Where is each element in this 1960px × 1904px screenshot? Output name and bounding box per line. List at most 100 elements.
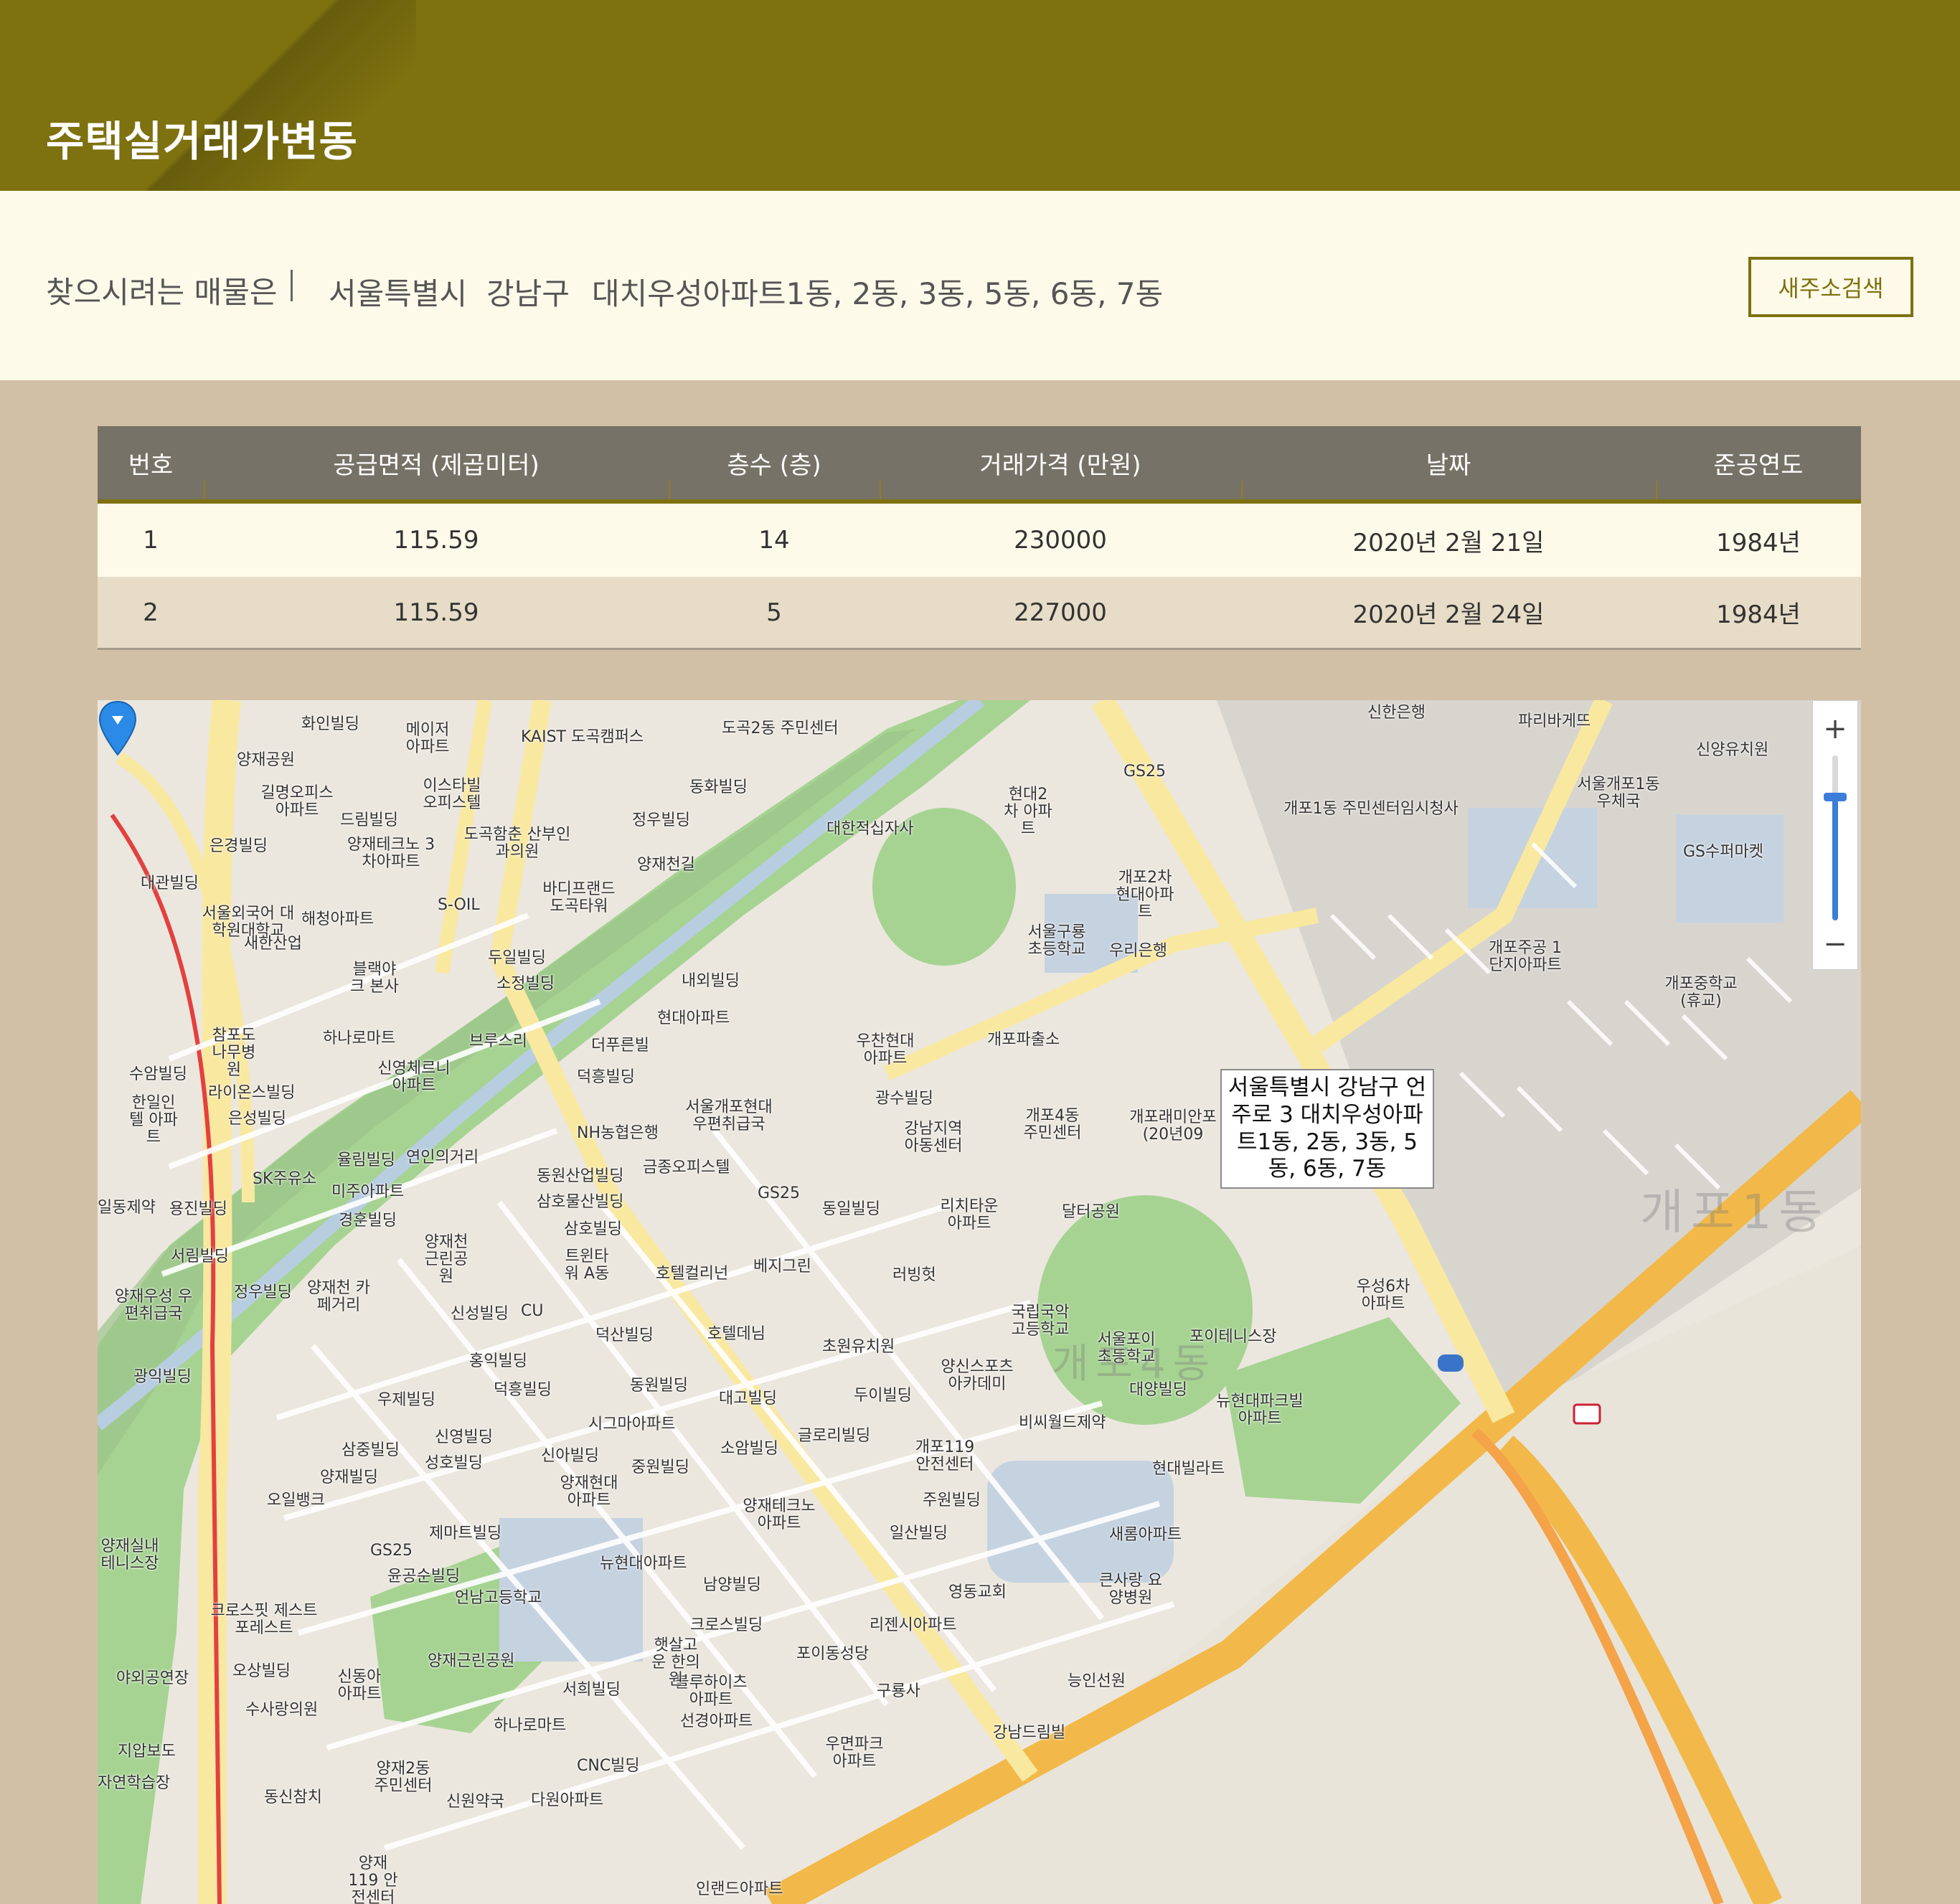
map-label: 두이빌딩 xyxy=(854,1387,912,1405)
map-label: 신원약국 xyxy=(446,1793,504,1811)
map-label: 개포2차 현대아파트 xyxy=(1116,869,1174,922)
header-separator xyxy=(669,481,670,499)
new-address-search-button[interactable]: 새주소검색 xyxy=(1748,257,1913,317)
map-label: 경훈빌딩 xyxy=(339,1212,397,1230)
map-label: 내외빌딩 xyxy=(682,972,740,990)
header-separator xyxy=(1241,481,1243,499)
column-header-area: 공급면적 (제곱미터) xyxy=(333,451,540,480)
map-label: 양재천 카페거리 xyxy=(307,1279,370,1315)
map-label: 개포중학교 (휴교) xyxy=(1664,975,1738,1011)
zoom-in-button[interactable]: + xyxy=(1813,708,1857,750)
cell-price: 227000 xyxy=(1014,598,1107,627)
map-label: 금종오피스텔 xyxy=(643,1159,730,1177)
map-label: 삼호빌딩 xyxy=(564,1220,622,1238)
map-label: 강남지역 아동센터 xyxy=(904,1120,963,1156)
map-label: 윤공순빌딩 xyxy=(387,1568,461,1585)
cell-number: 2 xyxy=(143,598,159,627)
map-label: 양재119 안전센터 xyxy=(348,1854,398,1904)
map-label: 개포119 안전센터 xyxy=(915,1438,975,1474)
map-label: CU xyxy=(521,1302,544,1320)
map-label: 용진빌딩 xyxy=(169,1200,227,1218)
map-label: 서림빌딩 xyxy=(171,1248,229,1266)
map-label: 현대2차 아파트 xyxy=(1004,786,1052,839)
map-label: 메이저 아파트 xyxy=(405,721,450,757)
cell-area: 115.59 xyxy=(393,598,479,627)
map-label: 우리은행 xyxy=(1109,942,1167,960)
zoom-slider-fill xyxy=(1832,797,1838,920)
map-zoom-control: + − xyxy=(1812,700,1858,970)
map-label: 도곡2동 주민센터 xyxy=(722,720,839,737)
map-label: 초원유치원 xyxy=(822,1338,895,1356)
map-label: CNC빌딩 xyxy=(577,1757,640,1775)
map-label: 신아빌딩 xyxy=(541,1447,599,1465)
map-label: 양재우성 우편취급국 xyxy=(114,1288,193,1324)
transaction-table: 번호 공급면적 (제곱미터) 층수 (층) 거래가격 (만원) 날짜 준공연도 … xyxy=(98,426,1861,650)
area-label-gaepo4: 개포4동 xyxy=(1052,1341,1217,1387)
zoom-out-button[interactable]: − xyxy=(1813,923,1857,965)
map-label: GS25 xyxy=(370,1542,413,1560)
map-label: 인랜드아파트 xyxy=(696,1880,783,1898)
map-label: 두일빌딩 xyxy=(488,949,546,967)
map-label: 포이동성당 xyxy=(796,1645,870,1663)
page-header: 주택실거래가변동 xyxy=(0,0,1960,191)
header-separator xyxy=(880,481,881,499)
table-row: 2 115.59 5 227000 2020년 2월 24일 1984년 xyxy=(98,577,1861,650)
map-label: 햇살고운 한의원 xyxy=(651,1636,700,1689)
map-label: SK주유소 xyxy=(253,1170,317,1188)
map-label: 하나로마트 xyxy=(494,1717,567,1735)
map-label: 대관빌딩 xyxy=(141,875,199,892)
map-label: 연인의거리 xyxy=(406,1149,479,1167)
map-label: 삼중빌딩 xyxy=(341,1441,400,1459)
cell-date: 2020년 2월 24일 xyxy=(1352,600,1545,629)
map-label: 새한산업 xyxy=(244,935,302,953)
table-row: 1 115.59 14 230000 2020년 2월 21일 1984년 xyxy=(98,504,1861,577)
map-label: 현대빌라트 xyxy=(1152,1460,1225,1478)
map-label: 바디프랜드 도곡타워 xyxy=(542,880,616,916)
map-label: 대고빌딩 xyxy=(719,1390,777,1408)
map-label: 정우빌딩 xyxy=(632,811,690,829)
map-label: 개포4동 주민센터 xyxy=(1023,1107,1082,1143)
map-label: GS25 xyxy=(1123,763,1167,781)
page-title: 주택실거래가변동 xyxy=(46,117,358,166)
map-label: 오상빌딩 xyxy=(232,1662,291,1680)
table-header-row: 번호 공급면적 (제곱미터) 층수 (층) 거래가격 (만원) 날짜 준공연도 xyxy=(98,426,1861,504)
column-header-floor: 층수 (층) xyxy=(727,451,821,480)
map-label: 능인선원 xyxy=(1068,1672,1126,1690)
map-label: 라이온스빌딩 xyxy=(208,1084,296,1102)
cell-built-year: 1984년 xyxy=(1716,600,1801,629)
map-label: 미주아파트 xyxy=(331,1183,405,1201)
map-label: 성호빌딩 xyxy=(425,1454,483,1472)
map-label: 수사랑의원 xyxy=(245,1701,319,1719)
map-label: 이스타빌 오피스텔 xyxy=(423,777,481,813)
map-label: 소정빌딩 xyxy=(496,975,555,993)
column-header-number: 번호 xyxy=(128,451,174,480)
map-label: 덕흥빌딩 xyxy=(494,1381,552,1399)
map-label: 일산빌딩 xyxy=(890,1524,948,1542)
location-pin-icon[interactable] xyxy=(98,700,138,758)
map-label: 소암빌딩 xyxy=(720,1440,778,1458)
map-label: 구룡사 xyxy=(877,1682,920,1700)
map-label: 은경빌딩 xyxy=(209,837,268,855)
map-label: 양재2동 주민센터 xyxy=(374,1760,433,1796)
search-label: 찾으시려는 매물은 xyxy=(46,275,278,310)
map-label: 선경아파트 xyxy=(680,1712,753,1730)
map-label: 남양빌딩 xyxy=(703,1576,761,1594)
map-label: 양재천길 xyxy=(637,856,695,874)
map-label: 크로스핏 제스트포레스트 xyxy=(210,1602,318,1638)
map-label: 서울개포현대 우편취급국 xyxy=(685,1098,773,1134)
map-label: 광익빌딩 xyxy=(133,1368,192,1386)
map-label: 정우빌딩 xyxy=(234,1283,292,1301)
map-label: 리치타운 아파트 xyxy=(940,1197,999,1233)
map-label: 달터공원 xyxy=(1062,1203,1120,1221)
map-label: 중원빌딩 xyxy=(631,1458,689,1476)
map-label: 러빙헛 xyxy=(892,1266,936,1284)
map-view[interactable]: 도곡2동 주민센터 KAIST 도곡캠퍼스 동화빌딩 정우빌딩 양재천길 대한적… xyxy=(98,700,1861,1904)
map-label: 동일빌딩 xyxy=(822,1200,880,1218)
map-label: 양재근린공원 xyxy=(428,1652,515,1670)
map-label: 호텔컬리넌 xyxy=(656,1265,729,1283)
zoom-slider-handle[interactable] xyxy=(1824,793,1847,801)
map-label: 글로리빌딩 xyxy=(798,1427,871,1445)
map-label: 은성빌딩 xyxy=(228,1110,286,1128)
map-label: 신영빌딩 xyxy=(435,1428,493,1446)
map-label: 동신참치 xyxy=(264,1788,322,1806)
